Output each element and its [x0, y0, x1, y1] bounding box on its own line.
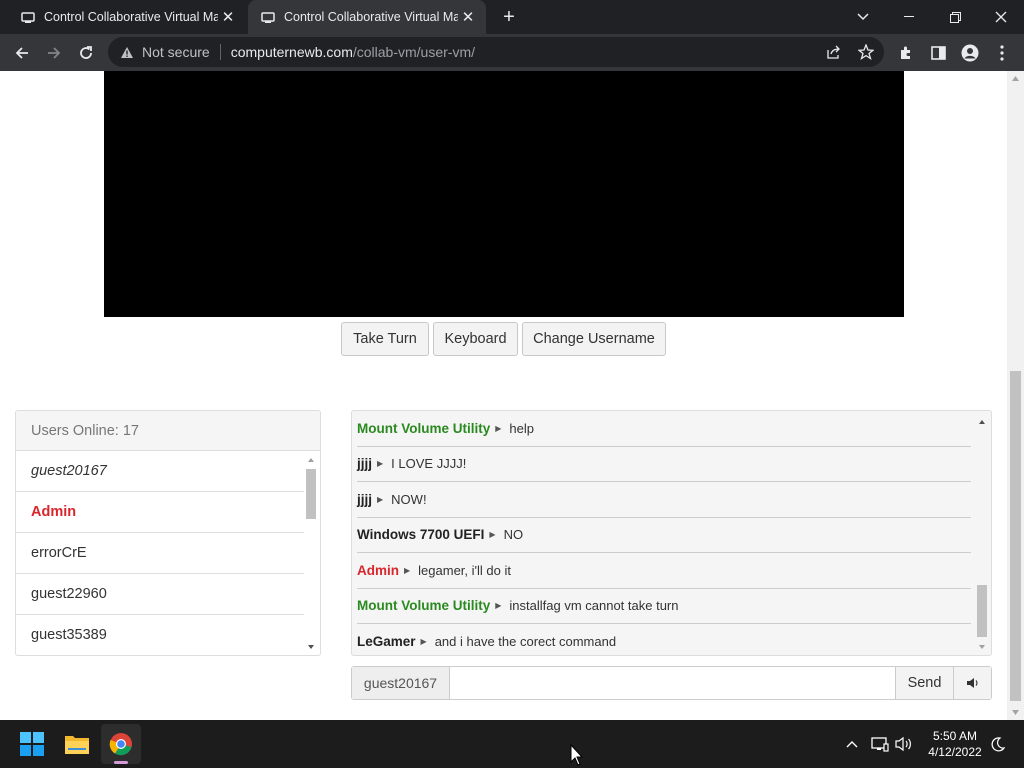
chevron-up-icon[interactable] [842, 734, 862, 754]
chat-nick: Windows 7700 UEFI [357, 527, 485, 543]
restore-icon[interactable] [932, 0, 978, 34]
chat-text: I LOVE JJJJ! [391, 456, 467, 472]
users-online-panel: Users Online: 17 guest20167 Admin errorC… [15, 410, 321, 656]
chat-message: LeGamer ▶ and i have the corect command [357, 624, 971, 655]
chat-message: jjjj ▶ I LOVE JJJJ! [357, 447, 971, 482]
extensions-icon[interactable] [892, 39, 920, 67]
take-turn-button[interactable]: Take Turn [341, 322, 429, 356]
browser-titlebar: Control Collaborative Virtual Mac ✕ Cont… [0, 0, 1024, 34]
chat-message: Mount Volume Utility ▶ help [357, 411, 971, 447]
chat-nick: Admin [357, 562, 399, 578]
page-scrollbar[interactable] [1007, 71, 1024, 720]
keyboard-button[interactable]: Keyboard [433, 322, 518, 356]
chat-text: help [509, 420, 534, 436]
active-app-indicator [114, 761, 128, 764]
close-window-icon[interactable] [978, 0, 1024, 34]
arrow-right-icon: ▶ [495, 423, 502, 433]
tab-title: Control Collaborative Virtual Mac [284, 10, 458, 24]
clock-time: 5:50 AM [932, 729, 978, 743]
clock-date: 4/12/2022 [928, 745, 982, 759]
tab-2[interactable]: Control Collaborative Virtual Mac ✕ [248, 0, 486, 34]
user-list-item[interactable]: guest35389 [16, 615, 304, 655]
new-tab-button[interactable]: + [498, 6, 520, 28]
send-button[interactable]: Send [895, 667, 953, 699]
vm-display[interactable] [104, 71, 904, 317]
user-list-item[interactable]: guest22960 [16, 574, 304, 615]
volume-icon[interactable] [953, 667, 991, 699]
user-list-item[interactable]: errorCrE [16, 533, 304, 574]
minimize-icon[interactable] [886, 0, 932, 34]
warning-icon[interactable] [118, 46, 136, 59]
side-panel-icon[interactable] [924, 39, 952, 67]
chat-message: Admin ▶ legamer, i'll do it [357, 553, 971, 589]
chat-text: and i have the corect command [434, 633, 617, 649]
browser-toolbar: Not secure computernewb.com/collab-vm/us… [0, 34, 1024, 71]
address-bar[interactable]: Not secure computernewb.com/collab-vm/us… [108, 37, 884, 67]
file-explorer-icon[interactable] [57, 724, 97, 764]
profile-avatar-icon[interactable] [956, 39, 984, 67]
user-list-item[interactable]: Admin [16, 492, 304, 533]
chat-text: NO [503, 527, 524, 543]
chat-panel: Mount Volume Utility ▶ help jjjj ▶ I LOV… [351, 410, 992, 656]
speaker-icon[interactable] [894, 734, 914, 754]
chat-text: legamer, i'll do it [418, 562, 511, 578]
tab-title: Control Collaborative Virtual Mac [44, 10, 218, 24]
page-scrollbar-thumb[interactable] [1010, 371, 1021, 701]
close-tab-icon[interactable]: ✕ [458, 7, 478, 27]
network-icon[interactable] [870, 734, 890, 754]
users-scrollbar[interactable] [304, 451, 318, 655]
collabvm-favicon-icon [20, 9, 36, 25]
page-content: Take Turn Keyboard Change Username Users… [0, 71, 1007, 720]
arrow-right-icon: ▶ [420, 636, 427, 646]
chat-nick: Mount Volume Utility [357, 598, 491, 614]
forward-icon[interactable] [40, 39, 68, 67]
chat-message: Windows 7700 UEFI ▶ NO [357, 518, 971, 553]
close-tab-icon[interactable]: ✕ [218, 7, 238, 27]
chat-input-group: guest20167 Send [351, 666, 992, 700]
chat-nick: jjjj [357, 456, 373, 472]
chat-message: Mount Volume Utility ▶ installfag vm can… [357, 589, 971, 624]
menu-kebab-icon[interactable] [988, 39, 1016, 67]
change-username-button[interactable]: Change Username [522, 322, 666, 356]
chat-message-input[interactable] [450, 667, 895, 699]
chrome-taskbar-icon[interactable] [101, 724, 141, 764]
chat-nick: Mount Volume Utility [357, 420, 491, 436]
collabvm-favicon-icon [260, 9, 276, 25]
users-online-header: Users Online: 17 [16, 411, 320, 451]
reload-icon[interactable] [72, 39, 100, 67]
url-path[interactable]: /collab-vm/user-vm/ [353, 44, 475, 60]
windows-start-icon[interactable] [12, 724, 52, 764]
taskbar-clock[interactable]: 5:50 AM 4/12/2022 [920, 728, 990, 760]
arrow-right-icon: ▶ [489, 530, 496, 540]
user-list-item[interactable]: guest20167 [16, 451, 304, 492]
chat-scrollbar[interactable] [975, 411, 989, 655]
windows-taskbar: 5:50 AM 4/12/2022 [0, 720, 1024, 768]
back-icon[interactable] [8, 39, 36, 67]
share-icon[interactable] [825, 43, 843, 61]
tab-1[interactable]: Control Collaborative Virtual Mac ✕ [8, 0, 246, 34]
tab-search-icon[interactable] [840, 0, 886, 34]
mouse-cursor-icon [570, 743, 584, 766]
chat-nick: LeGamer [357, 633, 416, 649]
divider [219, 44, 221, 60]
focus-assist-moon-icon[interactable] [988, 734, 1008, 754]
arrow-right-icon: ▶ [495, 601, 502, 611]
security-label[interactable]: Not secure [142, 44, 210, 60]
chat-nick: jjjj [357, 491, 373, 507]
arrow-right-icon: ▶ [377, 494, 384, 504]
bookmark-star-icon[interactable] [857, 43, 875, 61]
chat-username-label: guest20167 [352, 667, 450, 699]
chat-text: NOW! [391, 491, 427, 507]
arrow-right-icon: ▶ [377, 459, 384, 469]
chat-message: jjjj ▶ NOW! [357, 482, 971, 518]
chat-text: installfag vm cannot take turn [509, 598, 679, 614]
arrow-right-icon: ▶ [404, 565, 411, 575]
url-host[interactable]: computernewb.com [231, 44, 353, 60]
